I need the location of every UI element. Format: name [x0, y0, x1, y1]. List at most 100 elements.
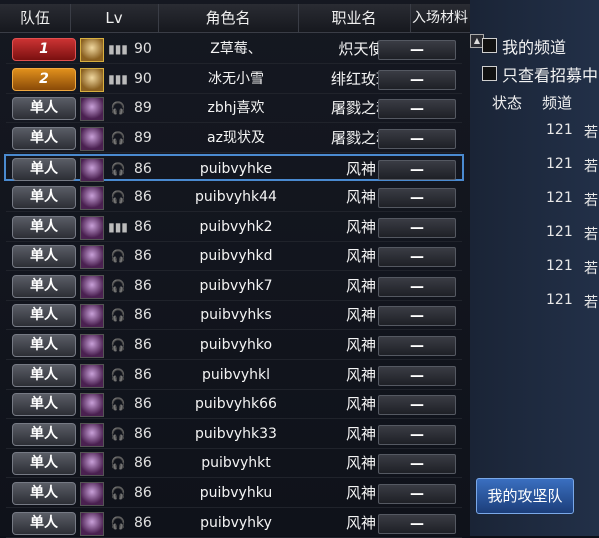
character-avatar: [80, 186, 104, 210]
recruit-only-checkbox[interactable]: [482, 66, 497, 81]
level-value: 89: [134, 129, 152, 146]
level-value: 86: [134, 189, 152, 205]
materials-cell: —: [378, 217, 456, 238]
col-job-header: 职业名: [298, 4, 411, 32]
party-row[interactable]: 单人 🎧 86 puibvyhks 风神 —: [6, 302, 462, 331]
channel-name-fragment: 若: [584, 125, 598, 141]
party-row[interactable]: 1 ▮▮▮ 90 Z草莓、 炽天使 —: [6, 36, 462, 64]
headset-icon: 🎧: [110, 101, 126, 116]
party-row[interactable]: 单人 🎧 86 puibvyhkd 风神 —: [6, 243, 462, 272]
materials-cell: —: [378, 69, 456, 90]
headset-icon: 🎧: [110, 367, 126, 382]
party-row[interactable]: 2 ▮▮▮ 90 冰无小雪 绯红玫瑰 —: [6, 66, 462, 94]
materials-cell: —: [378, 160, 456, 181]
channel-number[interactable]: 121: [546, 224, 573, 240]
party-row[interactable]: 单人 🎧 86 puibvyhkl 风神 —: [6, 362, 462, 390]
col-status-header: 状态: [492, 94, 523, 112]
channel-name-fragment: 若: [584, 193, 598, 209]
level-value: 86: [134, 366, 152, 383]
materials-cell: —: [378, 276, 456, 297]
my-channel-checkbox[interactable]: [482, 38, 497, 53]
character-name: puibvyhks: [200, 307, 272, 324]
team-badge: 单人: [12, 97, 76, 121]
party-row[interactable]: 单人 🎧 86 puibvyhk66 风神 —: [6, 391, 462, 420]
character-name: puibvyhkl: [202, 366, 270, 383]
attack-team-button[interactable]: 我的攻坚队: [476, 478, 574, 514]
party-row[interactable]: 单人 🎧 86 puibvyhk44 风神 —: [6, 184, 462, 212]
channel-name-fragment: 若: [584, 227, 598, 243]
party-row[interactable]: 单人 🎧 86 puibvyhky 风神 —: [6, 510, 462, 538]
team-badge: 单人: [12, 422, 76, 446]
channel-name-fragment: 若: [584, 261, 598, 277]
materials-cell: —: [378, 336, 456, 356]
materials-cell: —: [378, 40, 456, 60]
character-avatar: [80, 126, 104, 151]
party-row[interactable]: 单人 🎧 86 puibvyhku 风神 —: [6, 480, 462, 508]
level-value: 86: [134, 218, 152, 235]
character-name: Z草莓、: [210, 41, 262, 57]
materials-cell: —: [378, 395, 456, 416]
channel-number[interactable]: 121: [546, 190, 573, 206]
channel-panel: ▲ 我的频道 只查看招募中 状态 频道 121 若 121 若 121 若 121 若 121 若…: [470, 0, 599, 536]
character-name: puibvyhky: [200, 514, 272, 531]
team-badge: 单人: [12, 393, 76, 417]
channel-number[interactable]: 121: [546, 122, 573, 138]
col-role-header: 角色名: [158, 4, 299, 32]
party-row[interactable]: 单人 🎧 86 puibvyhkt 风神 —: [6, 450, 462, 479]
level-value: 86: [134, 337, 152, 353]
character-name: zbhj喜欢: [207, 100, 265, 117]
level-value: 90: [134, 41, 152, 57]
character-name: puibvyhk66: [195, 396, 277, 413]
team-badge: 单人: [12, 452, 76, 476]
channel-number[interactable]: 121: [546, 292, 573, 308]
materials-cell: —: [378, 484, 456, 504]
character-avatar: [80, 274, 104, 299]
team-badge: 单人: [12, 304, 76, 328]
character-avatar: [80, 363, 104, 388]
materials-cell: —: [378, 128, 456, 149]
headset-icon: 🎧: [110, 338, 126, 352]
team-badge: 单人: [12, 274, 76, 298]
headset-icon: 🎧: [110, 278, 126, 293]
headset-icon: 🎧: [110, 308, 126, 323]
team-badge: 2: [12, 67, 76, 91]
character-avatar: [80, 67, 104, 92]
col-materials-header: 入场材料: [412, 10, 468, 26]
headset-icon: 🎧: [110, 130, 126, 145]
party-row[interactable]: 单人 🎧 86 puibvyhke 风神 —: [4, 154, 464, 183]
team-badge: 单人: [12, 126, 76, 150]
party-row[interactable]: 单人 🎧 89 zbhj喜欢 屠戮之魂 —: [6, 95, 462, 124]
party-row[interactable]: 单人 🎧 86 puibvyhk7 风神 —: [6, 273, 462, 301]
character-avatar: [80, 245, 104, 270]
party-row[interactable]: 单人 🎧 86 puibvyhko 风神 —: [6, 332, 462, 360]
channel-number[interactable]: 121: [546, 156, 573, 172]
character-name: puibvyhke: [199, 161, 273, 178]
party-row[interactable]: 单人 ▮▮▮ 86 puibvyhk2 风神 —: [6, 214, 462, 242]
team-badge: 单人: [12, 215, 76, 239]
character-avatar: [80, 422, 104, 447]
party-row[interactable]: 单人 🎧 86 puibvyhk33 风神 —: [6, 421, 462, 449]
level-value: 86: [134, 248, 152, 265]
materials-cell: —: [378, 247, 456, 268]
headset-icon: 🎧: [110, 456, 126, 471]
character-name: puibvyhk33: [195, 425, 277, 442]
channel-number[interactable]: 121: [546, 258, 573, 274]
team-badge: 1: [12, 38, 76, 61]
materials-cell: —: [378, 306, 456, 327]
character-name: 冰无小雪: [208, 70, 264, 87]
character-name: puibvyhk44: [195, 189, 277, 205]
character-avatar: [80, 511, 104, 536]
level-value: 86: [134, 396, 152, 413]
team-badge: 单人: [12, 158, 76, 182]
channel-name-fragment: 若: [584, 159, 598, 175]
party-row[interactable]: 单人 🎧 89 az现状及 屠戮之魂 —: [6, 125, 462, 153]
character-avatar: [80, 482, 104, 506]
character-avatar: [80, 452, 104, 477]
materials-cell: —: [378, 454, 456, 475]
character-avatar: [80, 215, 104, 240]
col-team-header: 队伍: [0, 4, 71, 32]
headset-icon: 🎧: [110, 190, 126, 204]
team-badge: 单人: [12, 482, 76, 505]
party-list-panel: 队伍 Lv 角色名 职业名 入场材料 1 ▮▮▮ 90 Z草莓、 炽天使 —2 ▮▮▮ 90 冰…: [0, 0, 470, 538]
character-name: puibvyhkd: [199, 248, 273, 265]
